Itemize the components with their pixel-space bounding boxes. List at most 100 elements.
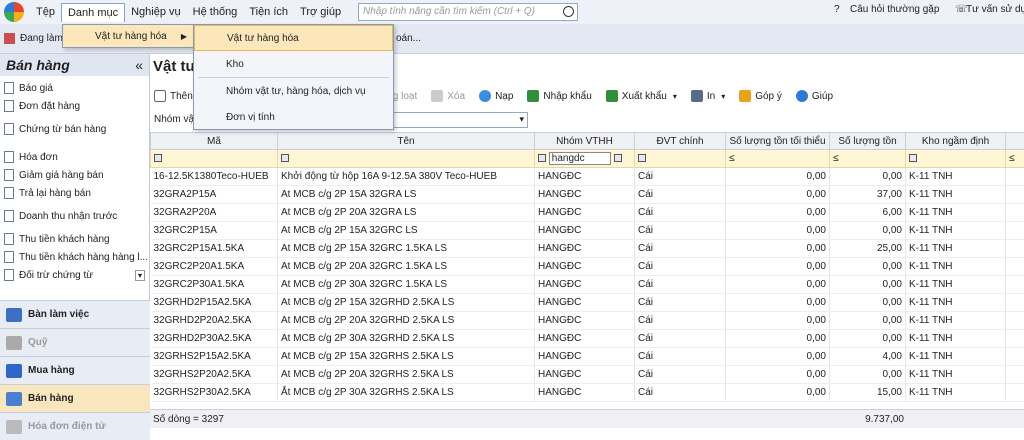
table-row[interactable]: 32GRHD2P15A2.5KAAt MCB c/g 2P 15A 32GRHD…	[151, 294, 1024, 312]
cell-group[interactable]: HANGĐC	[535, 294, 635, 312]
cell-min-stock[interactable]: 0,00	[726, 276, 830, 294]
filter-name[interactable]	[278, 150, 535, 168]
cell-code[interactable]: 32GRC2P15A1.5KA	[151, 240, 278, 258]
col-header-name[interactable]: Tên	[278, 133, 535, 150]
cell-name[interactable]: At MCB c/g 2P 30A 32GRC 1.5KA LS	[278, 276, 535, 294]
export-button[interactable]: Xuất khẩu▾	[606, 90, 677, 102]
cell-name[interactable]: Ắt MCB c/g 2P 30A 32GRHS 2.5KA LS	[278, 384, 535, 402]
cell-warehouse[interactable]: K-11 TNH	[906, 204, 1006, 222]
cell-group[interactable]: HANGĐC	[535, 312, 635, 330]
cell-stock[interactable]: 6,00	[830, 204, 906, 222]
filter-unit[interactable]	[635, 150, 726, 168]
menu-item-goods[interactable]: Vật tư hàng hóa	[194, 25, 393, 51]
cell-min-stock[interactable]: 0,00	[726, 330, 830, 348]
cell-code[interactable]: 32GRC2P15A	[151, 222, 278, 240]
cell-name[interactable]: At MCB c/g 2P 30A 32GRHD 2.5KA LS	[278, 330, 535, 348]
feedback-button[interactable]: Góp ý	[739, 90, 782, 102]
cell-name[interactable]: At MCB c/g 2P 20A 32GRHD 2.5KA LS	[278, 312, 535, 330]
cell-min-stock[interactable]: 0,00	[726, 204, 830, 222]
cell-name[interactable]: At MCB c/g 2P 15A 32GRC LS	[278, 222, 535, 240]
table-row[interactable]: 16-12.5K1380Teco-HUEBKhởi động từ hộp 16…	[151, 168, 1024, 186]
cell-min-stock[interactable]: 0,00	[726, 222, 830, 240]
cell-warehouse[interactable]: K-11 TNH	[906, 240, 1006, 258]
cell-min-stock[interactable]: 0,00	[726, 168, 830, 186]
cell-unit[interactable]: Cái	[635, 168, 726, 186]
sidebar-item-quote[interactable]: Báo giá	[0, 79, 149, 97]
cell-stock[interactable]: 0,00	[830, 330, 906, 348]
menu-system[interactable]: Hệ thống	[187, 3, 244, 21]
import-button[interactable]: Nhập khẩu	[527, 90, 591, 102]
cell-name[interactable]: At MCB c/g 2P 15A 32GRA LS	[278, 186, 535, 204]
cell-unit[interactable]: Cái	[635, 276, 726, 294]
cell-code[interactable]: 32GRA2P20A	[151, 204, 278, 222]
module-e-invoice[interactable]: Hóa đơn điện tử	[0, 412, 150, 440]
menu-utilities[interactable]: Tiện ích	[243, 3, 294, 21]
table-row[interactable]: 32GRHD2P20A2.5KAAt MCB c/g 2P 20A 32GRHD…	[151, 312, 1024, 330]
cell-warehouse[interactable]: K-11 TNH	[906, 330, 1006, 348]
menu-file[interactable]: Tệp	[30, 3, 61, 21]
cell-warehouse[interactable]: K-11 TNH	[906, 312, 1006, 330]
chevron-down-icon[interactable]: ▾	[673, 92, 677, 101]
filter-min-stock[interactable]: ≤	[726, 150, 830, 168]
col-header-warehouse[interactable]: Kho ngầm định	[906, 133, 1006, 150]
cell-stock[interactable]: 15,00	[830, 384, 906, 402]
cell-warehouse[interactable]: K-11 TNH	[906, 186, 1006, 204]
working-label[interactable]: Đang làm	[20, 33, 63, 44]
clear-filter-icon[interactable]	[614, 154, 622, 162]
cell-stock[interactable]: 0,00	[830, 258, 906, 276]
cell-code[interactable]: 32GRC2P20A1.5KA	[151, 258, 278, 276]
cell-stock[interactable]: 37,00	[830, 186, 906, 204]
sidebar-item-offset-voucher[interactable]: Đối trừ chứng từ▾	[0, 266, 149, 284]
sidebar-item-return[interactable]: Trả lại hàng bán	[0, 184, 149, 202]
cell-code[interactable]: 32GRHD2P15A2.5KA	[151, 294, 278, 312]
menu-help[interactable]: Trợ giúp	[294, 3, 347, 21]
group-filter-select[interactable]: ▾	[390, 112, 528, 128]
cell-code[interactable]: 32GRHD2P30A2.5KA	[151, 330, 278, 348]
cell-stock[interactable]: 0,00	[830, 168, 906, 186]
filter-stock[interactable]: ≤	[830, 150, 906, 168]
cell-unit[interactable]: Cái	[635, 384, 726, 402]
help-question-icon[interactable]: ?	[834, 4, 840, 15]
menu-item-warehouse[interactable]: Kho	[194, 51, 393, 77]
cell-group[interactable]: HANGĐC	[535, 240, 635, 258]
table-row[interactable]: 32GRC2P15A1.5KAAt MCB c/g 2P 15A 32GRC 1…	[151, 240, 1024, 258]
collapse-icon[interactable]: «	[135, 57, 143, 73]
cell-warehouse[interactable]: K-11 TNH	[906, 294, 1006, 312]
cell-code[interactable]: 32GRHS2P20A2.5KA	[151, 366, 278, 384]
cell-group[interactable]: HANGĐC	[535, 366, 635, 384]
menu-item-goods-group[interactable]: Nhóm vật tư, hàng hóa, dịch vụ	[194, 78, 393, 104]
truncated-label[interactable]: oán...	[396, 33, 421, 44]
add-button[interactable]: Thên	[154, 90, 193, 102]
cell-name[interactable]: At MCB c/g 2P 15A 32GRHD 2.5KA LS	[278, 294, 535, 312]
filter-group-select[interactable]: hangdc	[549, 152, 611, 165]
chevron-down-icon[interactable]: ▾	[721, 92, 725, 101]
menu-operations[interactable]: Nghiệp vụ	[125, 3, 187, 21]
cell-min-stock[interactable]: 0,00	[726, 348, 830, 366]
cell-warehouse[interactable]: K-11 TNH	[906, 384, 1006, 402]
table-row[interactable]: 32GRHS2P30A2.5KAẮt MCB c/g 2P 30A 32GRHS…	[151, 384, 1024, 402]
cell-warehouse[interactable]: K-11 TNH	[906, 222, 1006, 240]
cell-group[interactable]: HANGĐC	[535, 258, 635, 276]
table-row[interactable]: 32GRA2P20AAt MCB c/g 2P 20A 32GRA LSHANG…	[151, 204, 1024, 222]
cell-code[interactable]: 32GRHS2P30A2.5KA	[151, 384, 278, 402]
cell-stock[interactable]: 0,00	[830, 276, 906, 294]
cell-warehouse[interactable]: K-11 TNH	[906, 366, 1006, 384]
cell-group[interactable]: HANGĐC	[535, 348, 635, 366]
table-row[interactable]: 32GRHS2P20A2.5KAAt MCB c/g 2P 20A 32GRHS…	[151, 366, 1024, 384]
filter-extra[interactable]: ≤	[1006, 150, 1024, 168]
cell-min-stock[interactable]: 0,00	[726, 294, 830, 312]
cell-unit[interactable]: Cái	[635, 312, 726, 330]
cell-warehouse[interactable]: K-11 TNH	[906, 348, 1006, 366]
cell-code[interactable]: 32GRA2P15A	[151, 186, 278, 204]
delete-button[interactable]: Xóa	[431, 90, 465, 102]
cell-group[interactable]: HANGĐC	[535, 330, 635, 348]
cell-stock[interactable]: 0,00	[830, 294, 906, 312]
cell-group[interactable]: HANGĐC	[535, 204, 635, 222]
sidebar-item-discount[interactable]: Giảm giá hàng bán	[0, 166, 149, 184]
sidebar-item-collect-customer-batch[interactable]: Thu tiền khách hàng hàng l...	[0, 248, 149, 266]
cell-name[interactable]: Khởi động từ hộp 16A 9-12.5A 380V Teco-H…	[278, 168, 535, 186]
table-row[interactable]: 32GRC2P20A1.5KAAt MCB c/g 2P 20A 32GRC 1…	[151, 258, 1024, 276]
faq-link[interactable]: Câu hỏi thường gặp	[850, 4, 939, 15]
cell-min-stock[interactable]: 0,00	[726, 186, 830, 204]
cell-group[interactable]: HANGĐC	[535, 168, 635, 186]
